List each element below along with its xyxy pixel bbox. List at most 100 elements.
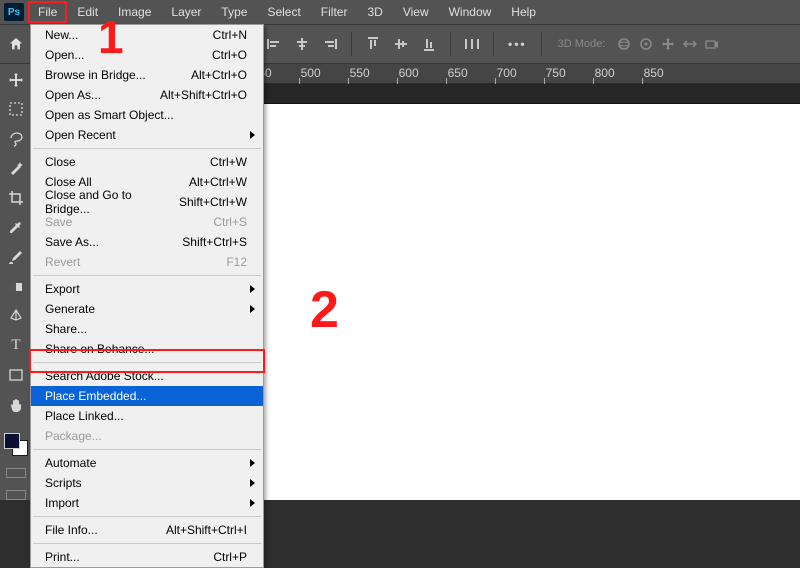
menu-item-place-embedded[interactable]: Place Embedded...	[31, 386, 263, 406]
menu-item-label: Place Embedded...	[45, 389, 146, 403]
menu-item-label: Close All	[45, 175, 92, 189]
menu-item-label: Open...	[45, 48, 84, 62]
menu-item-export[interactable]: Export	[31, 279, 263, 299]
menu-item-shortcut: Alt+Ctrl+W	[189, 175, 247, 189]
menu-item-shortcut: Alt+Shift+Ctrl+O	[160, 88, 247, 102]
menu-item-automate[interactable]: Automate	[31, 453, 263, 473]
menu-item-revert: RevertF12	[31, 252, 263, 272]
more-options-button[interactable]: •••	[504, 37, 531, 51]
menu-item-label: Print...	[45, 550, 80, 564]
hand-tool[interactable]	[4, 393, 28, 417]
menu-item-label: Open As...	[45, 88, 101, 102]
menu-item-label: Revert	[45, 255, 80, 269]
separator	[493, 32, 494, 56]
align-left-button[interactable]	[263, 33, 285, 55]
menu-window[interactable]: Window	[439, 1, 502, 23]
menu-help[interactable]: Help	[501, 1, 546, 23]
3d-pan-icon[interactable]	[661, 37, 675, 51]
menu-item-open[interactable]: Open... Ctrl+O	[31, 45, 263, 65]
gradient-tool[interactable]	[4, 275, 28, 299]
align-top-button[interactable]	[362, 33, 384, 55]
menu-type[interactable]: Type	[211, 1, 257, 23]
menu-item-place-linked[interactable]: Place Linked...	[31, 406, 263, 426]
magic-wand-tool[interactable]	[4, 157, 28, 181]
menu-item-label: Package...	[45, 429, 102, 443]
menu-item-search-adobe-stock[interactable]: Search Adobe Stock...	[31, 366, 263, 386]
menu-item-generate[interactable]: Generate	[31, 299, 263, 319]
menu-separator	[33, 543, 261, 544]
menu-item-label: Share...	[45, 322, 87, 336]
menu-separator	[33, 449, 261, 450]
menu-item-shortcut: Ctrl+O	[212, 48, 247, 62]
menu-item-open-recent[interactable]: Open Recent	[31, 125, 263, 145]
align-right-button[interactable]	[319, 33, 341, 55]
menu-item-close-and-go-to-bridge[interactable]: Close and Go to Bridge...Shift+Ctrl+W	[31, 192, 263, 212]
3d-orbit-icon[interactable]	[617, 37, 631, 51]
3d-mode-icons	[617, 37, 719, 51]
menu-item-file-info[interactable]: File Info... Alt+Shift+Ctrl+I	[31, 520, 263, 540]
menu-item-scripts[interactable]: Scripts	[31, 473, 263, 493]
type-tool[interactable]: T	[4, 334, 28, 358]
marquee-tool[interactable]	[4, 98, 28, 122]
menu-item-label: File Info...	[45, 523, 98, 537]
menu-item-print[interactable]: Print...Ctrl+P	[31, 547, 263, 567]
menu-item-open-as-smart-object[interactable]: Open as Smart Object...	[31, 105, 263, 125]
menu-item-label: New...	[45, 28, 78, 42]
menu-view[interactable]: View	[393, 1, 439, 23]
menu-layer[interactable]: Layer	[161, 1, 211, 23]
menu-3d[interactable]: 3D	[357, 1, 392, 23]
menu-item-label: Place Linked...	[45, 409, 124, 423]
menu-filter[interactable]: Filter	[311, 1, 358, 23]
menu-select[interactable]: Select	[257, 1, 310, 23]
quick-mask-toggle[interactable]	[6, 468, 26, 478]
menu-item-label: Open as Smart Object...	[45, 108, 174, 122]
eyedropper-tool[interactable]	[4, 216, 28, 240]
3d-camera-icon[interactable]	[705, 37, 719, 51]
menu-item-label: Share on Behance...	[45, 342, 154, 356]
menu-item-save: SaveCtrl+S	[31, 212, 263, 232]
annotation-number-2: 2	[310, 280, 339, 340]
menu-item-label: Scripts	[45, 476, 82, 490]
align-bottom-button[interactable]	[418, 33, 440, 55]
menu-item-save-as[interactable]: Save As...Shift+Ctrl+S	[31, 232, 263, 252]
menu-item-shortcut: Alt+Shift+Ctrl+I	[166, 523, 247, 537]
menu-item-share[interactable]: Share...	[31, 319, 263, 339]
menu-item-shortcut: Shift+Ctrl+W	[179, 195, 247, 209]
align-center-h-button[interactable]	[291, 33, 313, 55]
brush-tool[interactable]	[4, 245, 28, 269]
color-swatches[interactable]	[4, 433, 28, 457]
menu-item-share-on-behance[interactable]: Share on Behance...	[31, 339, 263, 359]
align-center-v-button[interactable]	[390, 33, 412, 55]
menu-item-open-as[interactable]: Open As... Alt+Shift+Ctrl+O	[31, 85, 263, 105]
menu-file[interactable]: File	[28, 1, 67, 23]
move-tool[interactable]	[4, 68, 28, 92]
distribute-h-button[interactable]	[461, 33, 483, 55]
menu-item-new[interactable]: New... Ctrl+N	[31, 25, 263, 45]
menu-item-label: Generate	[45, 302, 95, 316]
menu-item-label: Automate	[45, 456, 96, 470]
menu-item-browse-in-bridge[interactable]: Browse in Bridge...Alt+Ctrl+O	[31, 65, 263, 85]
menu-item-import[interactable]: Import	[31, 493, 263, 513]
pen-tool[interactable]	[4, 305, 28, 329]
3d-roll-icon[interactable]	[639, 37, 653, 51]
annotation-number-1: 1	[98, 10, 124, 64]
tools-panel: T	[0, 64, 32, 500]
menu-item-label: Close	[45, 155, 76, 169]
screen-mode-toggle[interactable]	[6, 490, 26, 500]
3d-mode-label: 3D Mode:	[552, 38, 612, 50]
rectangle-tool[interactable]	[4, 364, 28, 388]
crop-tool[interactable]	[4, 186, 28, 210]
menu-item-label: Open Recent	[45, 128, 116, 142]
menu-item-label: Import	[45, 496, 79, 510]
foreground-color-swatch[interactable]	[4, 433, 20, 449]
menu-item-shortcut: Ctrl+S	[213, 215, 247, 229]
3d-slide-icon[interactable]	[683, 37, 697, 51]
lasso-tool[interactable]	[4, 127, 28, 151]
menu-separator	[33, 275, 261, 276]
menu-item-shortcut: Shift+Ctrl+S	[182, 235, 247, 249]
menu-separator	[33, 148, 261, 149]
menu-item-shortcut: Ctrl+N	[213, 28, 247, 42]
menu-item-close[interactable]: CloseCtrl+W	[31, 152, 263, 172]
home-icon[interactable]	[6, 34, 26, 54]
app-logo: Ps	[4, 3, 24, 21]
